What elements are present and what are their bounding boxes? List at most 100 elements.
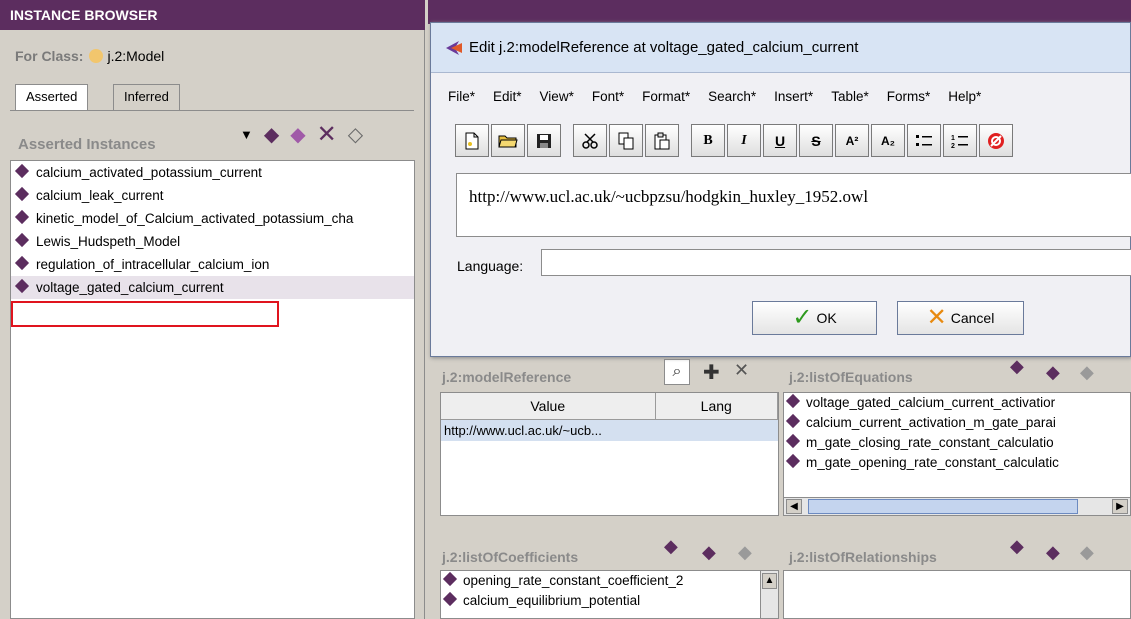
instance-list: calcium_activated_potassium_current calc… — [10, 160, 415, 619]
copy-instance-icon[interactable]: ◆ — [290, 125, 305, 145]
column-header-value[interactable]: Value — [441, 393, 656, 420]
list-item[interactable]: voltage_gated_calcium_current_activatior — [784, 393, 1130, 413]
strikethrough-icon[interactable]: S — [799, 124, 833, 157]
list-of-equations-list: voltage_gated_calcium_current_activatior… — [783, 392, 1131, 516]
save-icon[interactable] — [527, 124, 561, 157]
editor-toolbar: B I U S A² A₂ 12 — [455, 124, 1131, 160]
scroll-up-icon[interactable]: ▲ — [762, 573, 777, 589]
bold-icon[interactable]: B — [691, 124, 725, 157]
dialog-titlebar: Edit j.2:modelReference at voltage_gated… — [431, 23, 1130, 73]
paste-icon[interactable] — [645, 124, 679, 157]
horizontal-scrollbar[interactable]: ◀ ▶ — [784, 497, 1130, 515]
italic-icon[interactable]: I — [727, 124, 761, 157]
menu-font[interactable]: Font* — [592, 89, 624, 104]
cut-icon[interactable] — [573, 124, 607, 157]
value-cell[interactable]: http://www.ucl.ac.uk/~ucb... — [441, 419, 655, 441]
subscript-icon[interactable]: A₂ — [871, 124, 905, 157]
add-equation-icon[interactable]: ◆ — [1046, 362, 1060, 383]
list-item[interactable]: Lewis_Hudspeth_Model — [11, 230, 414, 253]
tab-inferred[interactable]: Inferred — [113, 84, 180, 110]
menu-table[interactable]: Table* — [831, 89, 869, 104]
dialog-title: Edit j.2:modelReference at voltage_gated… — [469, 39, 859, 56]
underline-icon[interactable]: U — [763, 124, 797, 157]
create-relationship-icon[interactable]: ◆ — [1010, 536, 1024, 557]
stop-icon[interactable] — [979, 124, 1013, 157]
lang-cell[interactable] — [655, 419, 778, 441]
class-name[interactable]: j.2:Model — [107, 48, 164, 64]
menu-bar: File* Edit* View* Font* Format* Search* … — [431, 89, 1130, 104]
bullet-list-icon[interactable] — [907, 124, 941, 157]
menu-edit[interactable]: Edit* — [493, 89, 522, 104]
protege-app-icon — [446, 41, 462, 55]
column-header-lang[interactable]: Lang — [655, 393, 778, 420]
copy-icon[interactable] — [609, 124, 643, 157]
remove-coefficient-icon[interactable]: ◆ — [738, 542, 752, 563]
for-class-row: For Class: j.2:Model — [15, 48, 164, 64]
asserted-instances-header: Asserted Instances — [18, 136, 156, 153]
menu-help[interactable]: Help* — [948, 89, 981, 104]
scroll-right-icon[interactable]: ▶ — [1112, 499, 1128, 514]
add-coefficient-icon[interactable]: ◆ — [702, 542, 716, 563]
cancel-button[interactable]: ✕ Cancel — [897, 301, 1024, 335]
for-class-label: For Class: — [15, 48, 84, 64]
delete-instance-icon[interactable]: ✕ — [317, 123, 337, 147]
search-icon[interactable]: ⌕ — [664, 359, 690, 385]
cancel-x-icon: ✕ — [926, 304, 947, 331]
remove-equation-icon[interactable]: ◆ — [1080, 362, 1094, 383]
create-equation-icon[interactable]: ◆ — [1010, 356, 1024, 377]
menu-view[interactable]: View* — [540, 89, 574, 104]
list-item[interactable]: calcium_activated_potassium_current — [11, 161, 414, 184]
model-reference-table: Value Lang http://www.ucl.ac.uk/~ucb... — [440, 392, 779, 516]
instance-icon — [785, 413, 801, 429]
menu-format[interactable]: Format* — [642, 89, 690, 104]
add-value-icon[interactable]: ✚ — [703, 360, 720, 385]
edit-dialog: Edit j.2:modelReference at voltage_gated… — [430, 22, 1131, 357]
list-item[interactable]: calcium_leak_current — [11, 184, 414, 207]
ok-button[interactable]: ✓ OK — [752, 301, 877, 335]
create-instance-icon[interactable]: ◆ — [264, 125, 279, 145]
instance-browser-panel: INSTANCE BROWSER For Class: j.2:Model Ass… — [0, 0, 425, 619]
value-text-area[interactable]: http://www.ucl.ac.uk/~ucbpzsu/hodgkin_hu… — [456, 173, 1131, 237]
superscript-icon[interactable]: A² — [835, 124, 869, 157]
new-document-icon[interactable] — [455, 124, 489, 157]
list-item[interactable]: opening_rate_constant_coefficient_2 — [441, 571, 778, 591]
numbered-list-icon[interactable]: 12 — [943, 124, 977, 157]
list-item[interactable]: calcium_equilibrium_potential — [441, 591, 778, 611]
language-input[interactable] — [541, 249, 1131, 276]
list-item[interactable]: calcium_current_activation_m_gate_parai — [784, 413, 1130, 433]
create-instance-outline-icon[interactable]: ◇ — [348, 125, 363, 145]
tab-asserted[interactable]: Asserted — [15, 84, 89, 110]
individual-editor-header — [428, 0, 1131, 24]
svg-text:1: 1 — [951, 135, 955, 142]
list-item-selected[interactable]: voltage_gated_calcium_current — [11, 276, 414, 299]
instance-icon — [14, 163, 30, 179]
instance-icon — [14, 255, 30, 271]
cancel-button-label: Cancel — [950, 310, 995, 326]
scroll-thumb[interactable] — [808, 499, 1078, 514]
scroll-left-icon[interactable]: ◀ — [786, 499, 802, 514]
remove-value-icon[interactable]: ✕ — [734, 360, 749, 381]
menu-search[interactable]: Search* — [708, 89, 756, 104]
menu-insert[interactable]: Insert* — [774, 89, 813, 104]
menu-file[interactable]: File* — [448, 89, 475, 104]
instance-icon — [442, 591, 458, 607]
svg-text:2: 2 — [951, 143, 955, 149]
list-item[interactable]: m_gate_closing_rate_constant_calculatio — [784, 433, 1130, 453]
table-row[interactable]: http://www.ucl.ac.uk/~ucb... — [441, 419, 778, 441]
add-relationship-icon[interactable]: ◆ — [1046, 542, 1060, 563]
menu-forms[interactable]: Forms* — [887, 89, 931, 104]
list-of-relationships-title: j.2:listOfRelationships — [789, 549, 937, 565]
dropdown-arrow-icon[interactable]: ▼ — [240, 125, 253, 145]
open-folder-icon[interactable] — [491, 124, 525, 157]
list-item[interactable]: m_gate_opening_rate_constant_calculatic — [784, 453, 1130, 473]
remove-relationship-icon[interactable]: ◆ — [1080, 542, 1094, 563]
list-item[interactable]: regulation_of_intracellular_calcium_ion — [11, 253, 414, 276]
instance-icon — [14, 209, 30, 225]
create-coefficient-icon[interactable]: ◆ — [664, 536, 678, 557]
ok-button-label: OK — [816, 310, 837, 326]
model-reference-title: j.2:modelReference — [442, 369, 572, 385]
instance-icon — [785, 433, 801, 449]
instance-icon — [785, 453, 801, 469]
list-item[interactable]: kinetic_model_of_Calcium_activated_potas… — [11, 207, 414, 230]
vertical-scrollbar[interactable]: ▲ — [760, 571, 778, 618]
